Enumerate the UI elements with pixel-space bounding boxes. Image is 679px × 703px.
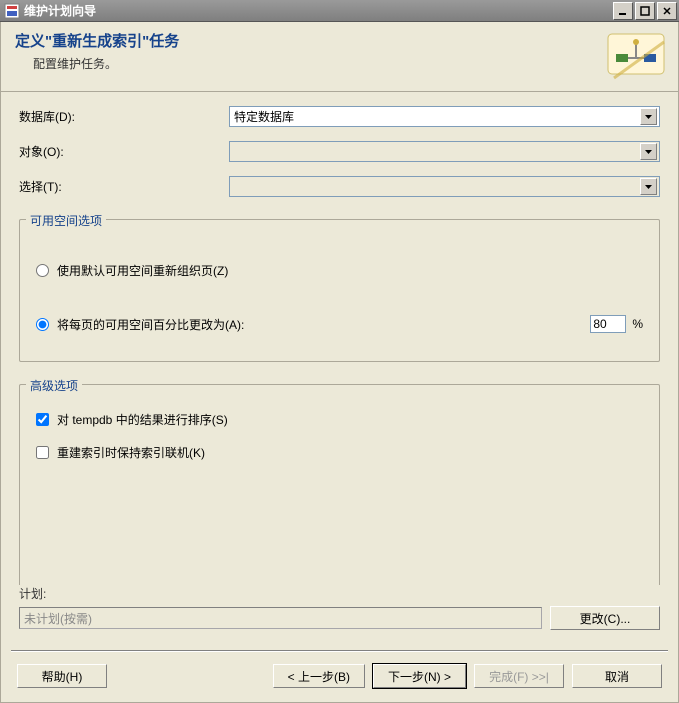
change-schedule-button[interactable]: 更改(C)... — [550, 606, 660, 630]
radio-change-percent[interactable]: 将每页的可用空间百分比更改为(A): — [36, 316, 590, 333]
radio-default-free-space[interactable]: 使用默认可用空间重新组织页(Z) — [36, 262, 643, 279]
sort-tempdb-label: 对 tempdb 中的结果进行排序(S) — [57, 411, 228, 428]
cancel-button[interactable]: 取消 — [572, 664, 662, 688]
advanced-title: 高级选项 — [26, 377, 82, 394]
finish-label: 完成(F) >>| — [489, 668, 549, 685]
maximize-button[interactable] — [635, 2, 655, 20]
sort-tempdb-row[interactable]: 对 tempdb 中的结果进行排序(S) — [36, 411, 643, 428]
footer: 帮助(H) < 上一步(B) 下一步(N) > 完成(F) >>| 取消 — [1, 652, 678, 702]
wizard-icon — [604, 30, 668, 86]
change-schedule-label: 更改(C)... — [580, 610, 631, 627]
radio-change-input[interactable] — [36, 318, 49, 331]
keep-online-label: 重建索引时保持索引联机(K) — [57, 444, 205, 461]
title-bar: 维护计划向导 — [0, 0, 679, 22]
back-button[interactable]: < 上一步(B) — [273, 664, 365, 688]
chevron-down-icon — [640, 178, 657, 195]
radio-default-label: 使用默认可用空间重新组织页(Z) — [57, 262, 228, 279]
percent-unit: % — [632, 317, 643, 331]
help-button[interactable]: 帮助(H) — [17, 664, 107, 688]
wizard-header: 定义"重新生成索引"任务 配置维护任务。 — [1, 22, 678, 92]
sort-tempdb-checkbox[interactable] — [36, 413, 49, 426]
object-label: 对象(O): — [19, 143, 229, 160]
keep-online-row[interactable]: 重建索引时保持索引联机(K) — [36, 444, 643, 461]
window-title: 维护计划向导 — [24, 2, 613, 19]
cancel-label: 取消 — [605, 668, 629, 685]
wizard-body: 定义"重新生成索引"任务 配置维护任务。 数据库(D): 特定数据库 — [0, 22, 679, 703]
percent-input[interactable] — [590, 315, 626, 333]
object-select[interactable] — [229, 141, 660, 162]
schedule-label: 计划: — [19, 585, 660, 602]
schedule-section: 计划: 未计划(按需) 更改(C)... — [1, 585, 678, 636]
page-title: 定义"重新生成索引"任务 — [15, 30, 604, 51]
free-space-group: 可用空间选项 使用默认可用空间重新组织页(Z) 将每页的可用空间百分比更改为(A… — [19, 219, 660, 362]
database-value: 特定数据库 — [234, 108, 640, 125]
free-space-title: 可用空间选项 — [26, 212, 106, 229]
next-label: 下一步(N) > — [388, 668, 451, 685]
help-label: 帮助(H) — [42, 668, 83, 685]
chevron-down-icon — [640, 108, 657, 125]
selection-select[interactable] — [229, 176, 660, 197]
advanced-group: 高级选项 对 tempdb 中的结果进行排序(S) 重建索引时保持索引联机(K) — [19, 384, 660, 585]
back-label: < 上一步(B) — [288, 668, 350, 685]
next-button[interactable]: 下一步(N) > — [373, 664, 466, 688]
database-label: 数据库(D): — [19, 108, 229, 125]
finish-button: 完成(F) >>| — [474, 664, 564, 688]
minimize-button[interactable] — [613, 2, 633, 20]
radio-default-input[interactable] — [36, 264, 49, 277]
close-button[interactable] — [657, 2, 677, 20]
schedule-input: 未计划(按需) — [19, 607, 542, 629]
chevron-down-icon — [640, 143, 657, 160]
keep-online-checkbox[interactable] — [36, 446, 49, 459]
app-icon — [4, 3, 20, 19]
radio-change-label: 将每页的可用空间百分比更改为(A): — [57, 316, 244, 333]
page-subtitle: 配置维护任务。 — [33, 55, 604, 72]
select-label: 选择(T): — [19, 178, 229, 195]
database-select[interactable]: 特定数据库 — [229, 106, 660, 127]
